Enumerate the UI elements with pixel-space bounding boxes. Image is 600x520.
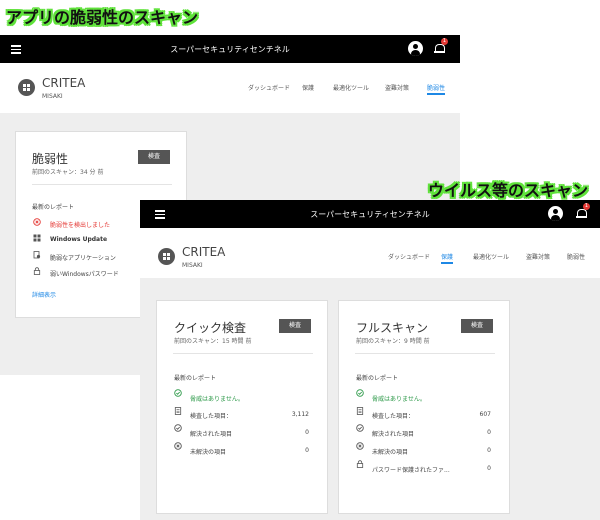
divider — [32, 184, 172, 185]
report-heading: 最新のレポート — [356, 375, 399, 382]
tab-optimization[interactable]: 最適化ツール — [473, 252, 509, 261]
document-icon — [356, 407, 364, 415]
report-row-password-protected: パスワード保護されたファ... — [372, 467, 450, 474]
card-title: フルスキャン — [356, 321, 429, 335]
windows-icon — [33, 234, 41, 242]
resolved-count: 0 — [305, 429, 309, 436]
x-circle-icon — [356, 442, 364, 450]
report-row-resolved: 解決された項目 — [190, 431, 233, 438]
windows-logo-icon — [18, 79, 35, 96]
header: CRITEA MISAKI ダッシュボード 保護 最適化ツール 盗難対策 脆弱性 — [140, 228, 600, 278]
password-protected-count: 0 — [487, 465, 491, 472]
user-name: MISAKI — [182, 262, 203, 269]
scan-button[interactable]: 検査 — [461, 319, 493, 333]
tab-protection[interactable]: 保護 — [441, 252, 454, 264]
notification-badge: 1 — [583, 203, 590, 210]
report-row-windows-update: Windows Update — [50, 236, 108, 243]
brand-name: CRITEA — [182, 245, 226, 259]
document-icon — [174, 407, 182, 415]
check-circle-icon — [356, 424, 364, 432]
check-circle-icon — [174, 424, 182, 432]
check-circle-icon — [356, 389, 364, 397]
lock-icon — [356, 460, 364, 468]
app-settings-icon — [33, 251, 41, 259]
check-circle-icon — [174, 389, 182, 397]
windows-logo-icon — [158, 248, 175, 265]
tab-optimization[interactable]: 最適化ツール — [333, 83, 369, 92]
notification-badge: 1 — [441, 38, 448, 45]
header: CRITEA MISAKI ダッシュボード 保護 最適化ツール 盗難対策 脆弱性 — [0, 63, 460, 113]
app-title: スーパーセキュリティセンチネル — [310, 210, 430, 219]
report-row-no-threats: 脅威はありません。 — [372, 396, 426, 403]
tab-dashboard[interactable]: ダッシュボード — [248, 83, 290, 92]
unresolved-count: 0 — [487, 447, 491, 454]
tab-dashboard[interactable]: ダッシュボード — [388, 252, 430, 261]
divider — [355, 353, 495, 354]
last-scan-text: 前回のスキャン：34 分 前 — [32, 169, 104, 176]
tab-anti-theft[interactable]: 盗難対策 — [385, 83, 409, 92]
tab-protection[interactable]: 保護 — [302, 83, 314, 92]
card-title: 脆弱性 — [32, 152, 69, 166]
scan-button[interactable]: 検査 — [138, 150, 170, 164]
tab-vulnerability[interactable]: 脆弱性 — [567, 252, 585, 261]
last-scan-text: 前回のスキャン：15 時間 前 — [174, 338, 252, 345]
report-heading: 最新のレポート — [32, 204, 75, 211]
error-circle-icon — [33, 218, 41, 226]
report-row-unresolved: 未解決の項目 — [190, 449, 227, 456]
report-row-weak-password: 弱いWindowsパスワード — [50, 271, 119, 278]
full-scan-card: フルスキャン 前回のスキャン：9 時間 前 検査 最新のレポート 脅威はありませ… — [338, 300, 510, 514]
report-row-scanned: 検査した項目： — [190, 413, 233, 420]
user-name: MISAKI — [42, 93, 63, 100]
caption-app-vulnerability-scan: アプリの脆弱性のスキャン — [6, 8, 199, 27]
card-title: クイック検査 — [174, 321, 247, 335]
show-details-link[interactable]: 詳細表示 — [32, 290, 56, 299]
account-icon[interactable] — [408, 41, 423, 56]
report-row-resolved: 解決された項目 — [372, 431, 415, 438]
report-row-no-threats: 脅威はありません。 — [190, 396, 244, 403]
top-bar: スーパーセキュリティセンチネル 1 — [140, 200, 600, 228]
report-heading: 最新のレポート — [174, 375, 217, 382]
scan-button[interactable]: 検査 — [279, 319, 311, 333]
account-icon[interactable] — [548, 206, 563, 221]
report-row-scanned: 検査した項目： — [372, 413, 415, 420]
top-bar: スーパーセキュリティセンチネル 1 — [0, 35, 460, 63]
last-scan-text: 前回のスキャン：9 時間 前 — [356, 338, 430, 345]
resolved-count: 0 — [487, 429, 491, 436]
report-row-vulnerable-apps: 脆弱なアプリケーション — [50, 255, 116, 262]
brand-name: CRITEA — [42, 76, 86, 90]
screenshot-protection: スーパーセキュリティセンチネル 1 CRITEA MISAKI ダッシュボード … — [140, 200, 600, 520]
quick-scan-card: クイック検査 前回のスキャン：15 時間 前 検査 最新のレポート 脅威はありま… — [156, 300, 328, 514]
unresolved-count: 0 — [305, 447, 309, 454]
report-row-vulnerability-found: 脆弱性を検出しました — [50, 222, 111, 229]
lock-icon — [33, 267, 41, 275]
scanned-count: 3,112 — [291, 411, 309, 418]
x-circle-icon — [174, 442, 182, 450]
scanned-count: 607 — [479, 411, 491, 418]
tab-anti-theft[interactable]: 盗難対策 — [526, 252, 550, 261]
tab-vulnerability[interactable]: 脆弱性 — [427, 83, 446, 95]
report-row-unresolved: 未解決の項目 — [372, 449, 409, 456]
divider — [173, 353, 313, 354]
caption-virus-scan: ウイルス等のスキャン — [428, 181, 589, 200]
app-title: スーパーセキュリティセンチネル — [170, 45, 290, 54]
